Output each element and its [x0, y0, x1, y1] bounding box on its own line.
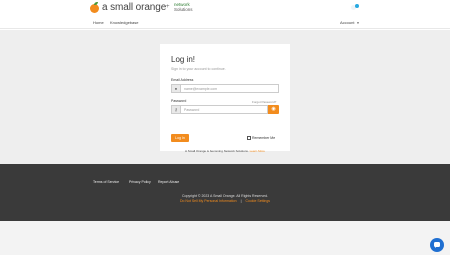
main-nav: Home Knowledgebase Account ▼ — [0, 17, 450, 29]
remember-me-checkbox[interactable] — [247, 136, 251, 140]
learn-more-link[interactable]: Learn More — [250, 149, 265, 153]
email-field-wrapper: ● — [171, 84, 279, 93]
orange-logo-icon[interactable] — [90, 2, 99, 13]
password-label: Password — [171, 99, 187, 103]
site-header: a small orange + network Solutions — [0, 0, 450, 17]
remember-me-option[interactable]: Remember Me — [247, 136, 275, 140]
footer-report-abuse-link[interactable]: Report Abuse — [158, 180, 179, 184]
forgot-password-link[interactable]: Forgot Password? — [252, 100, 276, 104]
password-field[interactable] — [184, 106, 274, 113]
cart-badge — [355, 4, 359, 8]
cookie-settings-link[interactable]: Cookie Settings — [246, 199, 271, 203]
user-icon: ● — [172, 85, 181, 92]
nav-knowledgebase[interactable]: Knowledgebase — [110, 20, 138, 25]
brand-name[interactable]: a small orange — [102, 2, 166, 13]
main-content: Log in! Sign in to your account to conti… — [0, 30, 450, 164]
footer-terms-link[interactable]: Terms of Service — [93, 180, 119, 184]
site-footer: Terms of Service Privacy Policy Report A… — [0, 164, 450, 221]
show-password-eye-icon[interactable]: ◉ — [268, 105, 279, 114]
login-card: Log in! Sign in to your account to conti… — [160, 44, 290, 151]
remember-me-label: Remember Me — [252, 136, 276, 140]
page-bottom — [0, 221, 450, 255]
login-title: Log in! — [171, 55, 196, 64]
do-not-sell-link[interactable]: Do Not Sell My Personal Information — [180, 199, 237, 203]
chevron-down-icon: ▼ — [356, 21, 360, 25]
footer-privacy-link[interactable]: Privacy Policy — [129, 180, 151, 184]
legal-separator: | — [240, 199, 242, 203]
nav-home[interactable]: Home — [93, 20, 104, 25]
brand-note: A Small Orange is becoming Network Solut… — [0, 149, 450, 153]
partner-line-2: Solutions — [174, 6, 193, 12]
chat-button[interactable] — [430, 238, 444, 252]
network-solutions-logo: network Solutions — [174, 2, 193, 12]
email-field[interactable] — [184, 85, 274, 92]
login-button[interactable]: Log In — [171, 134, 189, 142]
chat-bubble-icon — [434, 242, 440, 248]
brand-note-text: A Small Orange is becoming Network Solut… — [185, 149, 249, 153]
copyright-text: Copyright © 2023 A Small Orange. All Rig… — [181, 194, 269, 198]
password-field-wrapper: ⚷ — [171, 105, 274, 114]
legal-links: Do Not Sell My Personal Information | Cook… — [0, 199, 450, 203]
brand-plus: + — [166, 4, 170, 10]
login-subtitle: Sign in to your account to continue. — [171, 67, 226, 71]
nav-account-menu[interactable]: Account ▼ — [340, 20, 359, 25]
nav-account-label: Account — [340, 20, 355, 25]
email-label: Email Address — [171, 78, 194, 82]
key-icon: ⚷ — [172, 106, 181, 113]
